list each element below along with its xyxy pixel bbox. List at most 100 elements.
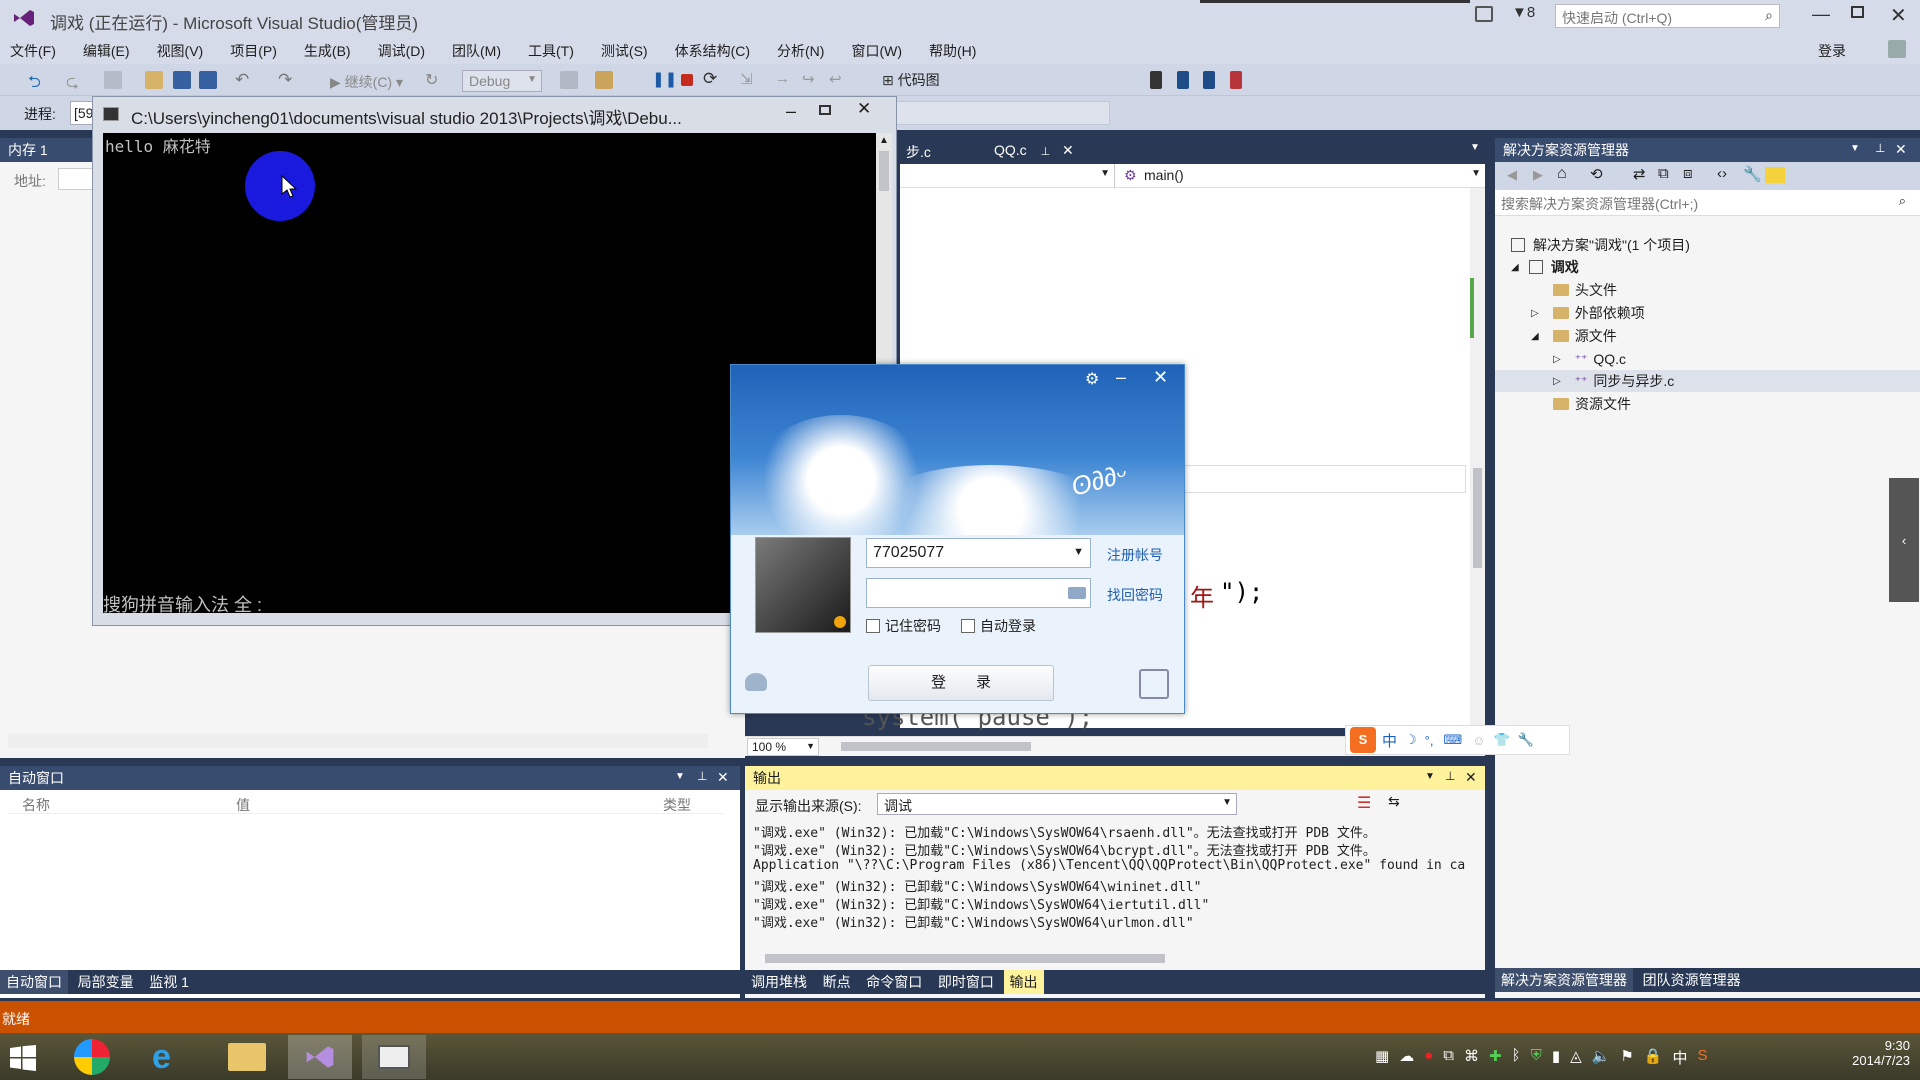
notification-filter-icon[interactable]: ▼8 bbox=[1512, 4, 1535, 21]
col-value[interactable]: 值 bbox=[236, 795, 250, 815]
ime-skin-icon[interactable]: 👕 bbox=[1494, 732, 1510, 748]
close-tab-icon[interactable]: ✕ bbox=[1062, 142, 1074, 158]
tab-command-window[interactable]: 命令窗口 bbox=[860, 970, 928, 994]
tray-lock-icon[interactable]: 🔒 bbox=[1644, 1047, 1663, 1068]
qq-login-dialog[interactable]: ʘ∂∂ᵕ ⚙ – ✕ 77025077 ▼ 注册帐号 找回密码 记住密码 自动登… bbox=[730, 364, 1185, 714]
menu-team[interactable]: 团队(M) bbox=[452, 41, 501, 61]
clear-bookmarks-icon[interactable] bbox=[1230, 71, 1242, 89]
menu-window[interactable]: 窗口(W) bbox=[851, 41, 902, 61]
se-pin-icon[interactable]: ⊥ bbox=[1875, 141, 1885, 155]
ime-tools-icon[interactable]: 🔧 bbox=[1518, 732, 1534, 748]
col-type[interactable]: 类型 bbox=[663, 795, 691, 815]
redo-icon[interactable]: ↷ bbox=[278, 70, 296, 89]
function-dropdown[interactable]: ⚙ main() ▼ bbox=[1120, 164, 1485, 188]
bookmark-icon[interactable] bbox=[1150, 71, 1162, 89]
tab-overflow-icon[interactable]: ▼ bbox=[1470, 142, 1480, 153]
account-icon[interactable] bbox=[1888, 40, 1906, 58]
autos-pin-icon[interactable]: ⊥ bbox=[697, 769, 707, 783]
tree-external-deps[interactable]: ▷ 外部依赖项 bbox=[1531, 302, 1645, 324]
tray-input-language[interactable]: 中 bbox=[1672, 1047, 1687, 1068]
taskbar-clock[interactable]: 9:30 2014/7/23 bbox=[1830, 1038, 1910, 1068]
tree-sources[interactable]: ◢ 源文件 bbox=[1531, 325, 1617, 347]
back-nav-icon[interactable]: ⮌ bbox=[28, 71, 46, 91]
scope-dropdown[interactable]: ▼ bbox=[900, 164, 1115, 188]
tab-sync-c[interactable]: 步.c bbox=[902, 140, 935, 164]
se-sync-icon[interactable]: ⟲ bbox=[1590, 165, 1603, 183]
ime-moon-icon[interactable]: ☽ bbox=[1405, 732, 1417, 748]
tray-shield-icon[interactable]: ⛨ bbox=[1531, 1047, 1542, 1068]
save-all-icon[interactable] bbox=[199, 71, 217, 89]
refresh-icon[interactable]: ↻ bbox=[425, 70, 443, 89]
console-scroll-up-icon[interactable]: ▲ bbox=[879, 135, 889, 146]
tray-security-icon[interactable]: ✚ bbox=[1489, 1047, 1502, 1068]
se-close-icon[interactable]: ✕ bbox=[1895, 141, 1907, 158]
output-dropdown-icon[interactable]: ▼ bbox=[1425, 771, 1435, 782]
se-properties-icon[interactable]: 🔧 bbox=[1743, 165, 1762, 183]
tray-sogou-icon[interactable]: S bbox=[1697, 1047, 1707, 1068]
tree-file-sync[interactable]: ▷ ⁺⁺ 同步与异步.c bbox=[1495, 370, 1920, 392]
new-project-icon[interactable] bbox=[104, 71, 122, 89]
tab-qq-c[interactable]: QQ.c ⊥ ✕ bbox=[990, 140, 1078, 161]
taskbar-console-icon[interactable] bbox=[362, 1035, 426, 1079]
ime-keyboard-icon[interactable]: ⌨ bbox=[1443, 732, 1462, 748]
tree-project[interactable]: ◢ 调戏 bbox=[1511, 256, 1579, 278]
menu-debug[interactable]: 调试(D) bbox=[378, 41, 425, 61]
tab-breakpoints[interactable]: 断点 bbox=[817, 970, 857, 994]
tab-output[interactable]: 输出 bbox=[1003, 970, 1044, 994]
tray-record-icon[interactable]: ● bbox=[1424, 1047, 1433, 1068]
show-next-statement-icon[interactable]: ⇲ bbox=[740, 70, 758, 88]
solution-config-icon[interactable] bbox=[595, 71, 613, 89]
pause-icon[interactable]: ❚❚ bbox=[652, 70, 677, 88]
find-in-files-icon[interactable] bbox=[560, 71, 578, 89]
menu-build[interactable]: 生成(B) bbox=[304, 41, 351, 61]
console-maximize-button[interactable] bbox=[819, 105, 831, 115]
tray-network-icon[interactable]: ⌘ bbox=[1464, 1047, 1479, 1068]
taskbar-explorer-icon[interactable] bbox=[228, 1043, 266, 1071]
se-view-code-icon[interactable]: ‹› bbox=[1717, 165, 1727, 182]
menu-analyze[interactable]: 分析(N) bbox=[777, 41, 824, 61]
feedback-icon[interactable] bbox=[1475, 6, 1493, 22]
se-search-input[interactable]: 搜索解决方案资源管理器(Ctrl+;) ⌕ bbox=[1495, 190, 1920, 216]
taskbar-ie-icon[interactable]: e bbox=[152, 1039, 188, 1075]
tab-locals[interactable]: 局部变量 bbox=[72, 970, 140, 994]
signin-link[interactable]: 登录 bbox=[1818, 41, 1846, 61]
qq-password-input[interactable] bbox=[866, 578, 1091, 608]
tab-call-stack[interactable]: 调用堆栈 bbox=[745, 970, 813, 994]
tab-watch1[interactable]: 监视 1 bbox=[143, 970, 195, 994]
se-preview-icon[interactable] bbox=[1765, 167, 1785, 183]
step-out-icon[interactable]: ↩ bbox=[829, 70, 847, 88]
output-text[interactable]: "调戏.exe" (Win32): 已加载"C:\Windows\SysWOW6… bbox=[753, 822, 1465, 942]
tab-team-explorer[interactable]: 团队资源管理器 bbox=[1637, 968, 1747, 992]
next-bookmark-icon[interactable] bbox=[1203, 71, 1215, 89]
tray-wifi-icon[interactable]: ◬ bbox=[1570, 1047, 1582, 1068]
tab-autos[interactable]: 自动窗口 bbox=[0, 970, 68, 994]
autos-close-icon[interactable]: ✕ bbox=[717, 769, 729, 786]
menu-tools[interactable]: 工具(T) bbox=[528, 41, 574, 61]
se-collapse-icon[interactable]: ⧉ bbox=[1658, 165, 1669, 182]
output-close-icon[interactable]: ✕ bbox=[1465, 769, 1477, 786]
tray-bluetooth-icon[interactable]: ᛒ bbox=[1512, 1047, 1521, 1068]
output-pin-icon[interactable]: ⊥ bbox=[1445, 769, 1455, 783]
console-minimize-button[interactable]: – bbox=[786, 101, 796, 122]
start-button[interactable] bbox=[10, 1045, 36, 1071]
qq-account-input[interactable]: 77025077 ▼ bbox=[866, 538, 1091, 568]
taskbar-visual-studio-icon[interactable] bbox=[288, 1035, 352, 1079]
tray-battery-icon[interactable]: ▮ bbox=[1552, 1047, 1560, 1068]
tab-solution-explorer[interactable]: 解决方案资源管理器 bbox=[1495, 968, 1633, 992]
console-scroll-thumb[interactable] bbox=[879, 151, 889, 191]
qq-multi-account-icon[interactable] bbox=[745, 673, 767, 691]
tray-cloud-icon[interactable]: ☁ bbox=[1399, 1047, 1414, 1068]
scroll-thumb[interactable] bbox=[1473, 468, 1482, 568]
tab-immediate-window[interactable]: 即时窗口 bbox=[932, 970, 1000, 994]
memory-h-scrollbar[interactable] bbox=[8, 734, 708, 748]
se-home-icon[interactable]: ⌂ bbox=[1557, 165, 1567, 183]
menu-architecture[interactable]: 体系结构(C) bbox=[675, 41, 750, 61]
open-file-icon[interactable] bbox=[145, 71, 163, 89]
output-source-dropdown[interactable]: 调试 ▼ bbox=[877, 793, 1237, 815]
prev-bookmark-icon[interactable] bbox=[1177, 71, 1189, 89]
qq-close-button[interactable]: ✕ bbox=[1153, 367, 1168, 388]
qq-settings-icon[interactable]: ⚙ bbox=[1085, 369, 1099, 389]
se-back-icon[interactable]: ◀ bbox=[1507, 167, 1517, 183]
menu-project[interactable]: 项目(P) bbox=[230, 41, 277, 61]
pin-icon[interactable]: ⊥ bbox=[1041, 146, 1051, 158]
